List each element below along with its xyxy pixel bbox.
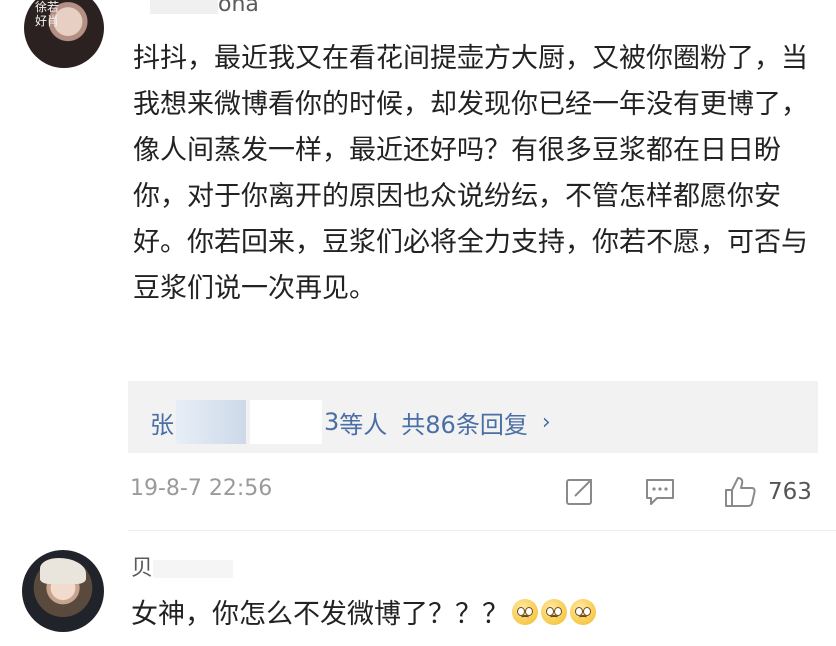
sad-emoji-icon — [570, 598, 596, 625]
redacted-name — [176, 400, 246, 444]
replies-panel[interactable]: 张 3 等人 共86条回复 › — [128, 381, 818, 453]
divider — [128, 530, 836, 531]
username-mask — [153, 560, 234, 578]
like-icon — [725, 477, 756, 507]
comment-text: 女神，你怎么不发微博了？？？ — [131, 599, 509, 630]
share-icon — [566, 479, 592, 505]
username-mask — [150, 0, 218, 14]
comment-text: 抖抖，最近我又在看花间提壶方大厨，又被你圈粉了，当我想来微博看你的时候，却发现你… — [133, 43, 808, 304]
reply-others: 等人 — [339, 410, 388, 439]
reply-user-start: 张 — [150, 410, 174, 439]
reply-total[interactable]: 共86条回复 — [401, 405, 528, 440]
avatar[interactable] — [22, 550, 104, 632]
username[interactable]: 贝 — [131, 550, 234, 582]
share-button[interactable] — [563, 474, 597, 508]
comment-icon — [646, 479, 674, 505]
username-prefix: 贝 — [131, 556, 154, 581]
replies-summary[interactable]: 张 3 等人 共86条回复 › — [150, 400, 551, 444]
comment-button[interactable] — [643, 474, 677, 508]
sad-emoji-icon — [512, 598, 538, 625]
avatar-hair — [40, 558, 86, 584]
avatar[interactable]: 徐若好肖 — [24, 0, 104, 68]
sad-emoji-icon — [541, 598, 567, 625]
reply-user-end: 3 — [324, 408, 340, 436]
chevron-right-icon: › — [541, 409, 551, 435]
username-suffix: ona — [218, 0, 259, 17]
username[interactable]: ona — [150, 0, 259, 17]
like-button[interactable]: 763 — [722, 474, 812, 510]
avatar-text: 徐若好肖 — [34, 0, 59, 28]
comment-text-row: 女神，你怎么不发微博了？？？ — [131, 592, 596, 631]
like-count: 763 — [768, 479, 812, 505]
timestamp: 19-8-7 22:56 — [130, 476, 273, 501]
redacted-name — [250, 400, 322, 444]
